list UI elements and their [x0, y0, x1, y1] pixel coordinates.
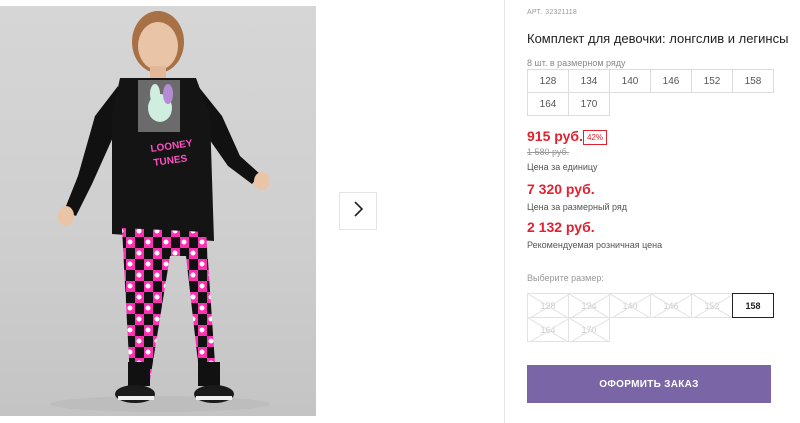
series-size-cell: 158 [732, 69, 774, 93]
series-price-label: Цена за размерный ряд [527, 202, 628, 212]
retail-price: 2 132 руб. [527, 219, 595, 235]
discount-badge: 42% [583, 130, 608, 145]
size-picker: 128 134 140 146 152 158 164 170 [527, 293, 774, 342]
product-photo: LOONEY TUNES [0, 6, 316, 416]
series-size-cell: 128 [527, 69, 569, 93]
series-note: 8 шт. в размерном ряду [527, 58, 626, 68]
size-option-disabled: 170 [568, 317, 610, 342]
unit-price-label: Цена за единицу [527, 162, 598, 172]
product-title: Комплект для девочки: лонгслив и легинсы [527, 31, 789, 46]
size-option-disabled: 152 [691, 293, 733, 318]
product-photo-illustration: LOONEY TUNES [50, 11, 270, 412]
series-size-cell: 170 [568, 92, 610, 116]
series-sizes: 128 134 140 146 152 158 164 170 [527, 69, 774, 116]
series-size-cell: 134 [568, 69, 610, 93]
size-option-disabled: 164 [527, 317, 569, 342]
article-value: 32321118 [545, 9, 577, 16]
retail-price-label: Рекомендуемая розничная цена [527, 240, 663, 250]
size-picker-label: Выберите размер: [527, 273, 604, 283]
product-gallery: LOONEY TUNES [0, 0, 505, 423]
series-price: 7 320 руб. [527, 181, 595, 197]
size-option-selected[interactable]: 158 [732, 293, 774, 318]
size-option-disabled: 128 [527, 293, 569, 318]
old-price: 1 580 руб. [527, 147, 570, 157]
article-label: АРТ. [527, 9, 543, 16]
article-number: АРТ. 32321118 [527, 9, 577, 16]
unit-price: 915 руб. [527, 128, 583, 144]
next-image-button[interactable] [339, 192, 377, 230]
place-order-button[interactable]: ОФОРМИТЬ ЗАКАЗ [527, 365, 771, 403]
series-size-cell: 146 [650, 69, 692, 93]
size-option-disabled: 134 [568, 293, 610, 318]
series-size-cell: 152 [691, 69, 733, 93]
chevron-right-icon [351, 200, 365, 223]
series-size-cell: 140 [609, 69, 651, 93]
size-option-disabled: 140 [609, 293, 651, 318]
size-option-disabled: 146 [650, 293, 692, 318]
series-size-cell: 164 [527, 92, 569, 116]
